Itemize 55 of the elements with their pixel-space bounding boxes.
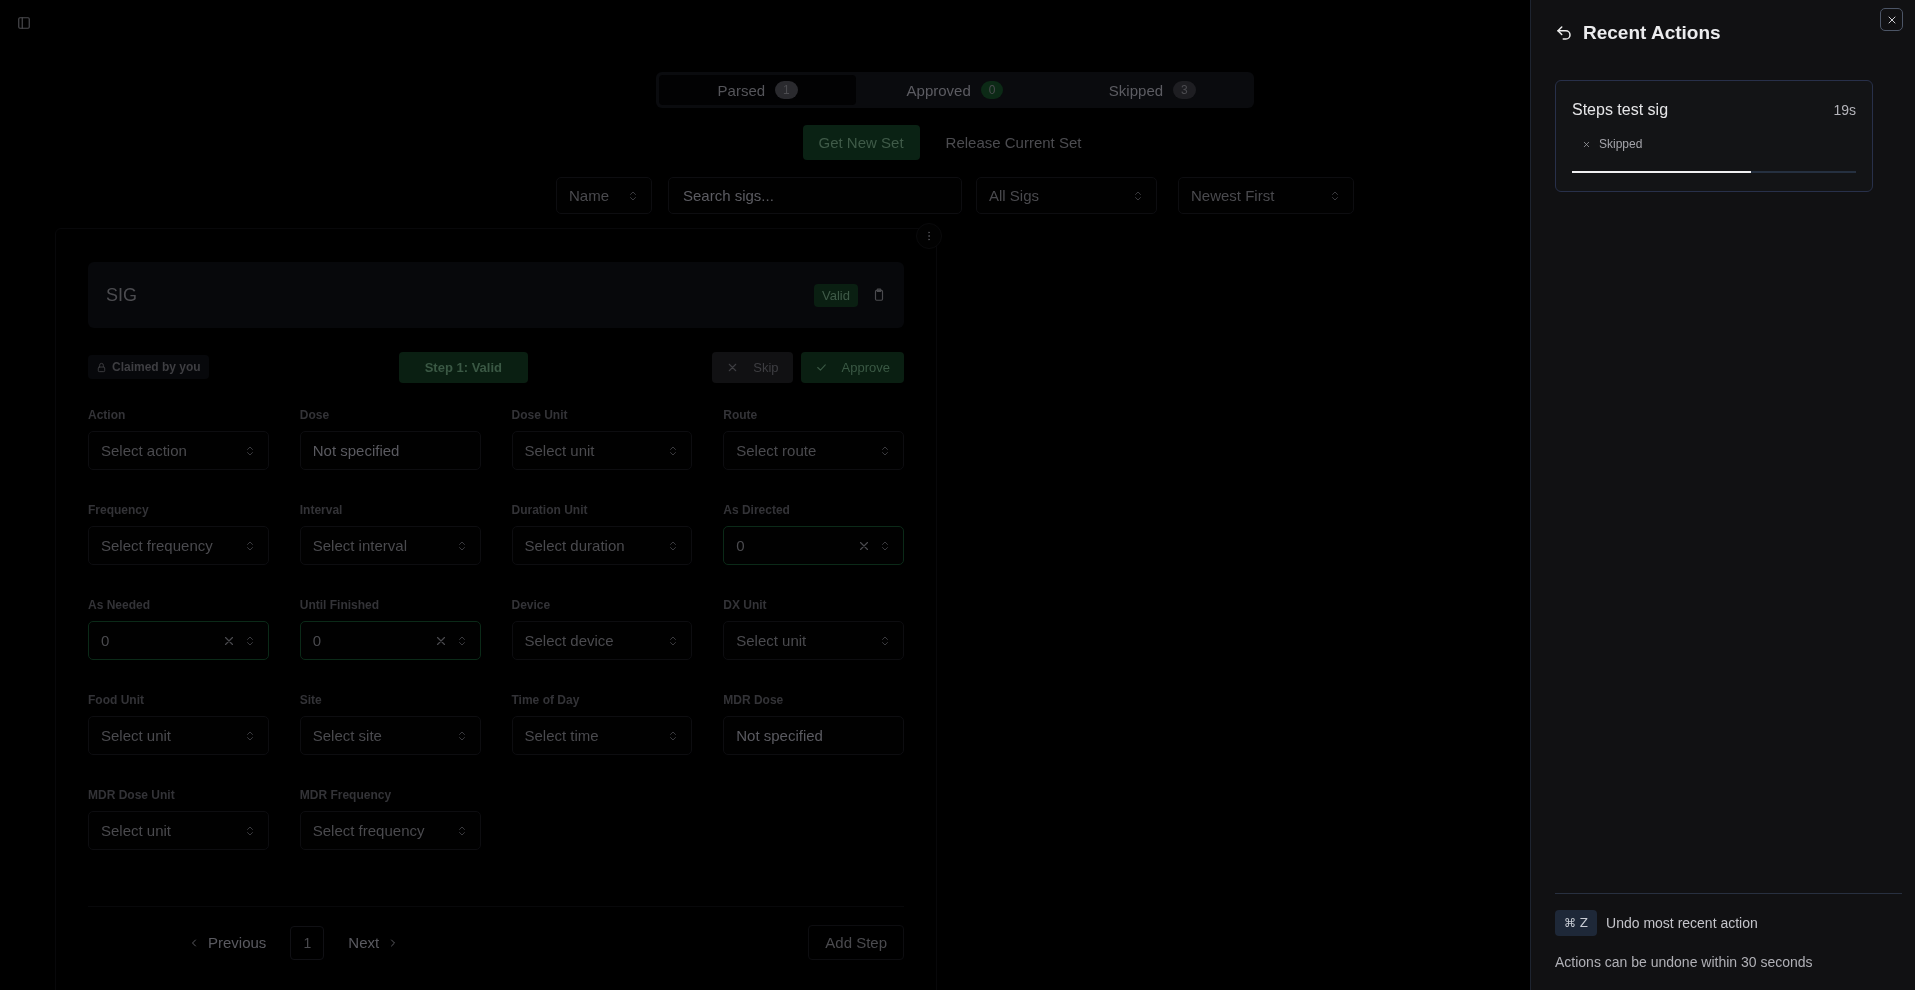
select-field[interactable]: Select action — [88, 431, 269, 470]
chevron-updown-icon — [1132, 189, 1144, 202]
select-field[interactable]: Select duration — [511, 526, 693, 565]
action-name: Steps test sig — [1572, 101, 1669, 119]
tab[interactable]: Approved 0 — [856, 75, 1054, 105]
select-field[interactable]: Select interval — [299, 526, 481, 565]
input-field[interactable]: Not specified — [299, 431, 481, 470]
select-field[interactable]: 0 — [299, 621, 481, 660]
select-field[interactable]: 0 — [88, 621, 269, 660]
step-status: Step 1: Valid — [398, 351, 528, 383]
select-field[interactable]: Select device — [511, 621, 693, 660]
close-icon — [1582, 139, 1591, 149]
shortcut-description: Undo most recent action — [1606, 915, 1758, 931]
undo-icon — [1555, 24, 1573, 42]
lock-icon — [96, 361, 107, 373]
filter-select[interactable]: All Sigs — [976, 177, 1157, 214]
chevron-updown-icon — [627, 189, 639, 202]
sidebar-icon — [17, 16, 31, 30]
select-field[interactable]: 0 — [723, 526, 904, 565]
sort-field-select[interactable]: Name — [556, 177, 652, 214]
select-field[interactable]: Select time — [511, 716, 693, 755]
keyboard-shortcut: ⌘ Z — [1555, 910, 1598, 936]
previous-button[interactable]: Previous — [178, 928, 277, 957]
close-button[interactable] — [1880, 8, 1903, 31]
sig-title: SIG — [106, 284, 138, 306]
select-field[interactable]: Select unit — [88, 716, 269, 755]
get-new-set-button[interactable]: Get New Set — [802, 125, 920, 160]
action-status: Skipped — [1599, 137, 1643, 151]
clipboard-icon — [872, 288, 886, 302]
release-set-button[interactable]: Release Current Set — [929, 125, 1098, 160]
select-field[interactable]: Select frequency — [88, 526, 269, 565]
count-badge: 0 — [980, 81, 1004, 99]
page-button[interactable]: 1 — [290, 925, 325, 960]
add-step-button[interactable]: Add Step — [808, 925, 904, 960]
approve-button[interactable]: Approve — [800, 351, 904, 383]
select-field[interactable]: Select unit — [511, 431, 693, 470]
input-field[interactable]: Not specified — [723, 716, 904, 755]
chevron-updown-icon — [1329, 189, 1341, 202]
action-time: 19s — [1833, 102, 1856, 118]
select-field[interactable]: Select unit — [723, 621, 904, 660]
chevron-updown-icon — [879, 634, 891, 647]
sort-order-select[interactable]: Newest First — [1178, 177, 1354, 214]
select-field[interactable]: Select frequency — [299, 811, 481, 850]
chevron-updown-icon — [879, 444, 891, 457]
select-field[interactable]: Select unit — [88, 811, 269, 850]
select-field[interactable]: Select site — [299, 716, 481, 755]
next-button[interactable]: Next — [338, 928, 410, 957]
copy-button[interactable] — [872, 288, 886, 302]
sidebar-toggle-button[interactable] — [17, 16, 31, 30]
undo-note: Actions can be undone within 30 seconds — [1555, 954, 1814, 970]
panel-title: Recent Actions — [1583, 22, 1721, 44]
select-field[interactable]: Select route — [723, 431, 904, 470]
search-field[interactable]: Search sigs... — [668, 177, 962, 214]
status-badge: Valid — [814, 283, 858, 307]
chevron-updown-icon — [879, 539, 891, 552]
